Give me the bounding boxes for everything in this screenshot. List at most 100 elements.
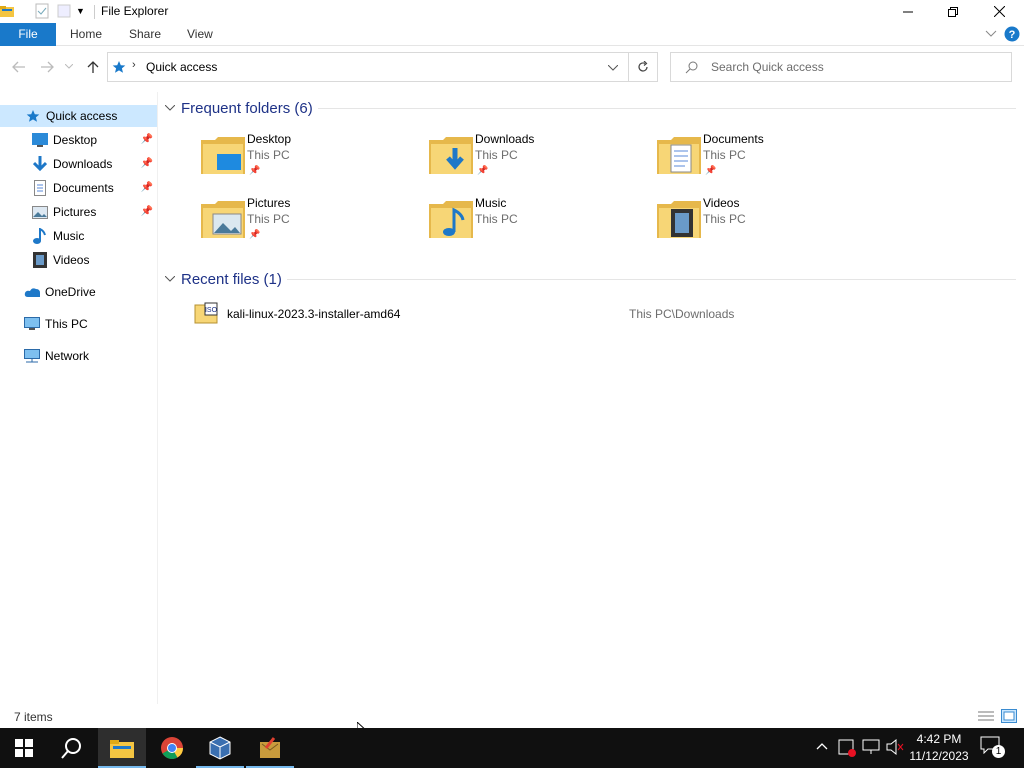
window-title: File Explorer [101, 4, 169, 18]
minimize-icon [903, 11, 913, 12]
address-path[interactable]: Quick access [146, 60, 217, 74]
clock-time: 4:42 PM [916, 732, 962, 746]
nav-desktop[interactable]: Desktop 📌 [0, 129, 157, 151]
search-input[interactable]: Search Quick access [711, 60, 824, 74]
properties-icon[interactable] [34, 3, 50, 19]
new-folder-icon[interactable] [56, 3, 72, 19]
back-button[interactable] [10, 58, 28, 76]
pane-divider[interactable] [157, 92, 158, 704]
refresh-icon [637, 61, 648, 72]
up-button[interactable] [84, 58, 102, 76]
recent-locations-button[interactable] [62, 58, 76, 76]
tab-home[interactable]: Home [70, 23, 102, 46]
file-explorer-app-icon[interactable] [0, 3, 16, 19]
downloads-folder-icon [429, 137, 473, 174]
folder-tile-pictures[interactable]: Pictures This PC 📌 [201, 196, 421, 252]
search-box[interactable]: Search Quick access [670, 52, 1012, 82]
frequent-folders-header[interactable]: Frequent folders (6) [165, 98, 313, 118]
clock-date: 11/12/2023 [909, 749, 969, 763]
notification-count-badge: 1 [992, 745, 1005, 758]
taskbar-setup-app[interactable] [246, 728, 294, 768]
folder-tile-music[interactable]: Music This PC [429, 196, 649, 252]
nav-videos[interactable]: Videos [0, 249, 157, 271]
music-folder-icon [429, 201, 473, 238]
recent-file-row[interactable]: ISO kali-linux-2023.3-installer-amd64 Th… [190, 300, 1010, 326]
nav-videos-label: Videos [53, 253, 90, 267]
videos-folder-icon [657, 201, 701, 238]
folder-location: This PC [247, 212, 290, 226]
breadcrumb-chevron-icon[interactable]: › [132, 59, 136, 71]
folder-location: This PC [475, 212, 518, 226]
music-icon [32, 228, 48, 244]
nav-network[interactable]: Network [0, 345, 157, 367]
defender-security-icon[interactable] [838, 739, 856, 757]
address-dropdown-icon[interactable] [608, 65, 618, 71]
title-separator [94, 5, 95, 19]
show-hidden-icons-chevron-icon[interactable] [816, 742, 828, 750]
close-icon [993, 6, 1005, 17]
search-taskbar-button[interactable] [48, 728, 96, 768]
details-view-icon[interactable] [978, 710, 994, 722]
help-icon[interactable]: ? [1004, 26, 1020, 42]
close-button[interactable] [976, 0, 1022, 23]
virtualbox-cube-icon [209, 736, 231, 760]
nav-music-label: Music [53, 229, 85, 243]
ribbon: File Home Share View ? [0, 23, 1024, 46]
desktop-folder-icon [201, 137, 245, 174]
pin-icon: 📌 [705, 165, 717, 175]
nav-desktop-label: Desktop [53, 133, 98, 147]
forward-button[interactable] [38, 58, 56, 76]
collapse-chevron-icon [165, 105, 175, 111]
nav-onedrive-label: OneDrive [45, 285, 96, 299]
nav-documents[interactable]: Documents 📌 [0, 177, 157, 199]
file-explorer-icon [110, 740, 134, 758]
start-button[interactable] [0, 728, 48, 768]
title-bar: ▼ File Explorer [0, 0, 1024, 23]
folder-tile-videos[interactable]: Videos This PC [657, 196, 877, 252]
refresh-button[interactable] [628, 52, 658, 82]
folder-location: This PC [475, 148, 518, 162]
pin-icon: 📌 [140, 182, 153, 193]
folder-location: This PC [247, 148, 290, 162]
taskbar-chrome[interactable] [148, 728, 196, 768]
large-icons-view-icon[interactable] [1001, 709, 1017, 723]
taskbar-clock[interactable]: 4:42 PM 11/12/2023 [905, 731, 973, 765]
folder-name: Desktop [247, 132, 292, 146]
pictures-icon [32, 204, 48, 220]
tab-share[interactable]: Share [129, 23, 161, 46]
nav-pictures[interactable]: Pictures 📌 [0, 201, 157, 223]
folder-name: Pictures [247, 196, 291, 210]
folder-tile-desktop[interactable]: Desktop This PC 📌 [201, 132, 421, 188]
folder-tile-documents[interactable]: Documents This PC 📌 [657, 132, 877, 188]
taskbar-file-explorer[interactable] [98, 728, 146, 768]
restore-button[interactable] [930, 0, 976, 23]
tab-view[interactable]: View [187, 23, 213, 46]
nav-onedrive[interactable]: OneDrive [0, 281, 157, 303]
folder-tile-downloads[interactable]: Downloads This PC 📌 [429, 132, 649, 188]
documents-folder-icon [657, 137, 701, 174]
svg-text:?: ? [1009, 29, 1016, 41]
tab-file[interactable]: File [0, 23, 56, 46]
network-tray-icon[interactable] [862, 739, 880, 755]
nav-downloads[interactable]: Downloads 📌 [0, 153, 157, 175]
pin-icon: 📌 [249, 229, 261, 239]
taskbar-virtualbox[interactable] [196, 728, 244, 768]
pin-icon: 📌 [140, 158, 153, 169]
folder-location: This PC [703, 148, 746, 162]
minimize-button[interactable] [885, 0, 931, 23]
address-bar[interactable]: › Quick access [107, 52, 629, 82]
recent-files-header[interactable]: Recent files (1) [165, 269, 282, 289]
nav-music[interactable]: Music [0, 225, 157, 247]
action-center-button[interactable]: 1 [980, 736, 1005, 760]
nav-this-pc[interactable]: This PC [0, 313, 157, 335]
customize-qat-chevron-icon[interactable]: ▼ [76, 6, 85, 16]
recent-files-title: Recent files (1) [181, 270, 282, 288]
pin-icon: 📌 [477, 165, 489, 175]
downloads-icon [32, 156, 48, 172]
search-icon [685, 61, 698, 74]
expand-ribbon-chevron-icon[interactable] [985, 30, 997, 38]
section-divider [318, 108, 1016, 109]
documents-icon [32, 180, 48, 196]
nav-quick-access[interactable]: Quick access [0, 105, 157, 127]
volume-muted-icon[interactable] [886, 739, 904, 755]
